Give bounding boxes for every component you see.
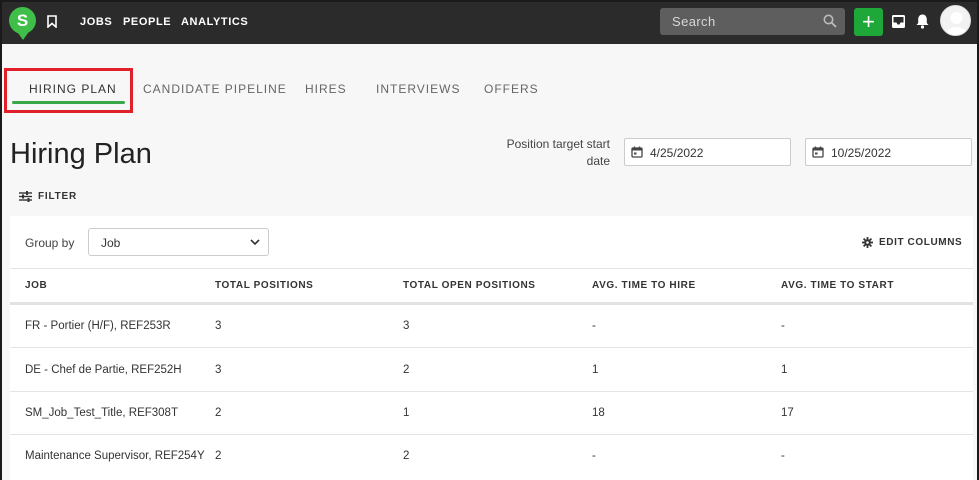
divider xyxy=(10,268,973,269)
position-target-date-label: Position target start date xyxy=(506,137,610,168)
cell-total-open-positions: 3 xyxy=(403,320,410,332)
column-header-job[interactable]: JOB xyxy=(25,280,47,291)
search-placeholder: Search xyxy=(672,14,716,29)
filter-sliders-icon xyxy=(19,191,32,202)
highlight-annotation-box xyxy=(4,68,133,113)
cell-avg-time-to-hire: - xyxy=(592,450,596,462)
avatar-silhouette-icon xyxy=(945,12,968,35)
inbox-icon[interactable] xyxy=(891,14,906,29)
cell-job[interactable]: FR - Portier (H/F), REF253R xyxy=(25,320,171,332)
table-row[interactable]: SM_Job_Test_Title, REF308T 2 1 18 17 xyxy=(10,392,973,435)
top-nav-bar: S JOBS PEOPLE ANALYTICS Search + xyxy=(2,2,977,44)
nav-link-analytics[interactable]: ANALYTICS xyxy=(181,16,248,28)
add-button-label: + xyxy=(862,9,875,34)
group-by-label: Group by xyxy=(25,236,75,250)
column-header-avg-time-to-hire[interactable]: AVG. TIME TO HIRE xyxy=(592,280,696,291)
edit-columns-label: EDIT COLUMNS xyxy=(879,237,963,248)
cell-avg-time-to-start: - xyxy=(781,450,785,462)
cell-total-positions: 3 xyxy=(215,320,222,332)
tab-hires[interactable]: HIRES xyxy=(305,82,347,96)
search-icon xyxy=(823,14,837,28)
group-by-select[interactable]: Job xyxy=(88,228,269,256)
cell-avg-time-to-hire: - xyxy=(592,320,596,332)
filter-button[interactable]: FILTER xyxy=(19,191,77,202)
edit-columns-button[interactable]: EDIT COLUMNS xyxy=(862,237,962,248)
table-row[interactable]: DE - Chef de Partie, REF252H 3 2 1 1 xyxy=(10,349,973,392)
end-date-field[interactable]: 10/25/2022 xyxy=(805,138,972,166)
cell-avg-time-to-start: 17 xyxy=(781,407,794,419)
cell-total-positions: 3 xyxy=(215,364,222,376)
tab-interviews[interactable]: INTERVIEWS xyxy=(376,82,460,96)
start-date-field[interactable]: 4/25/2022 xyxy=(624,138,791,166)
column-header-avg-time-to-start[interactable]: AVG. TIME TO START xyxy=(781,280,894,291)
cell-avg-time-to-start: 1 xyxy=(781,364,788,376)
column-header-total-positions[interactable]: TOTAL POSITIONS xyxy=(215,280,313,291)
cell-job[interactable]: Maintenance Supervisor, REF254Y xyxy=(25,450,205,462)
tab-candidate-pipeline[interactable]: CANDIDATE PIPELINE xyxy=(143,82,287,96)
brand-logo[interactable]: S xyxy=(9,7,36,40)
cell-job[interactable]: SM_Job_Test_Title, REF308T xyxy=(25,407,178,419)
notifications-bell-icon[interactable] xyxy=(915,13,930,29)
hiring-plan-table-card: Group by Job EDIT COLUMNS JOB TOTAL POSI… xyxy=(10,216,973,480)
table-row[interactable]: Maintenance Supervisor, REF254Y 2 2 - - xyxy=(10,435,973,478)
cell-total-open-positions: 1 xyxy=(403,407,410,419)
cell-total-open-positions: 2 xyxy=(403,450,410,462)
tab-offers[interactable]: OFFERS xyxy=(484,82,539,96)
start-date-value: 4/25/2022 xyxy=(650,146,704,160)
cell-total-positions: 2 xyxy=(215,407,222,419)
calendar-icon xyxy=(812,146,824,158)
cell-avg-time-to-hire: 18 xyxy=(592,407,605,419)
cell-avg-time-to-start: - xyxy=(781,320,785,332)
cell-total-open-positions: 2 xyxy=(403,364,410,376)
logo-letter: S xyxy=(16,10,29,30)
filter-label: FILTER xyxy=(38,191,78,202)
calendar-icon xyxy=(631,146,643,158)
column-header-total-open-positions[interactable]: TOTAL OPEN POSITIONS xyxy=(403,280,536,291)
bookmark-icon[interactable] xyxy=(47,15,57,28)
cell-total-positions: 2 xyxy=(215,450,222,462)
search-input[interactable]: Search xyxy=(660,8,845,35)
page-title: Hiring Plan xyxy=(10,138,152,170)
cell-avg-time-to-hire: 1 xyxy=(592,364,599,376)
group-by-value: Job xyxy=(101,236,121,250)
add-button[interactable]: + xyxy=(854,8,883,36)
app-frame: S JOBS PEOPLE ANALYTICS Search + HIRING … xyxy=(0,0,979,480)
cell-job[interactable]: DE - Chef de Partie, REF252H xyxy=(25,364,182,376)
user-avatar[interactable] xyxy=(940,5,971,36)
nav-link-jobs[interactable]: JOBS xyxy=(80,16,112,28)
end-date-value: 10/25/2022 xyxy=(831,146,892,160)
nav-link-people[interactable]: PEOPLE xyxy=(123,16,171,28)
table-row[interactable]: FR - Portier (H/F), REF253R 3 3 - - xyxy=(10,305,973,348)
chevron-down-icon xyxy=(250,239,260,246)
gear-icon xyxy=(862,237,873,248)
